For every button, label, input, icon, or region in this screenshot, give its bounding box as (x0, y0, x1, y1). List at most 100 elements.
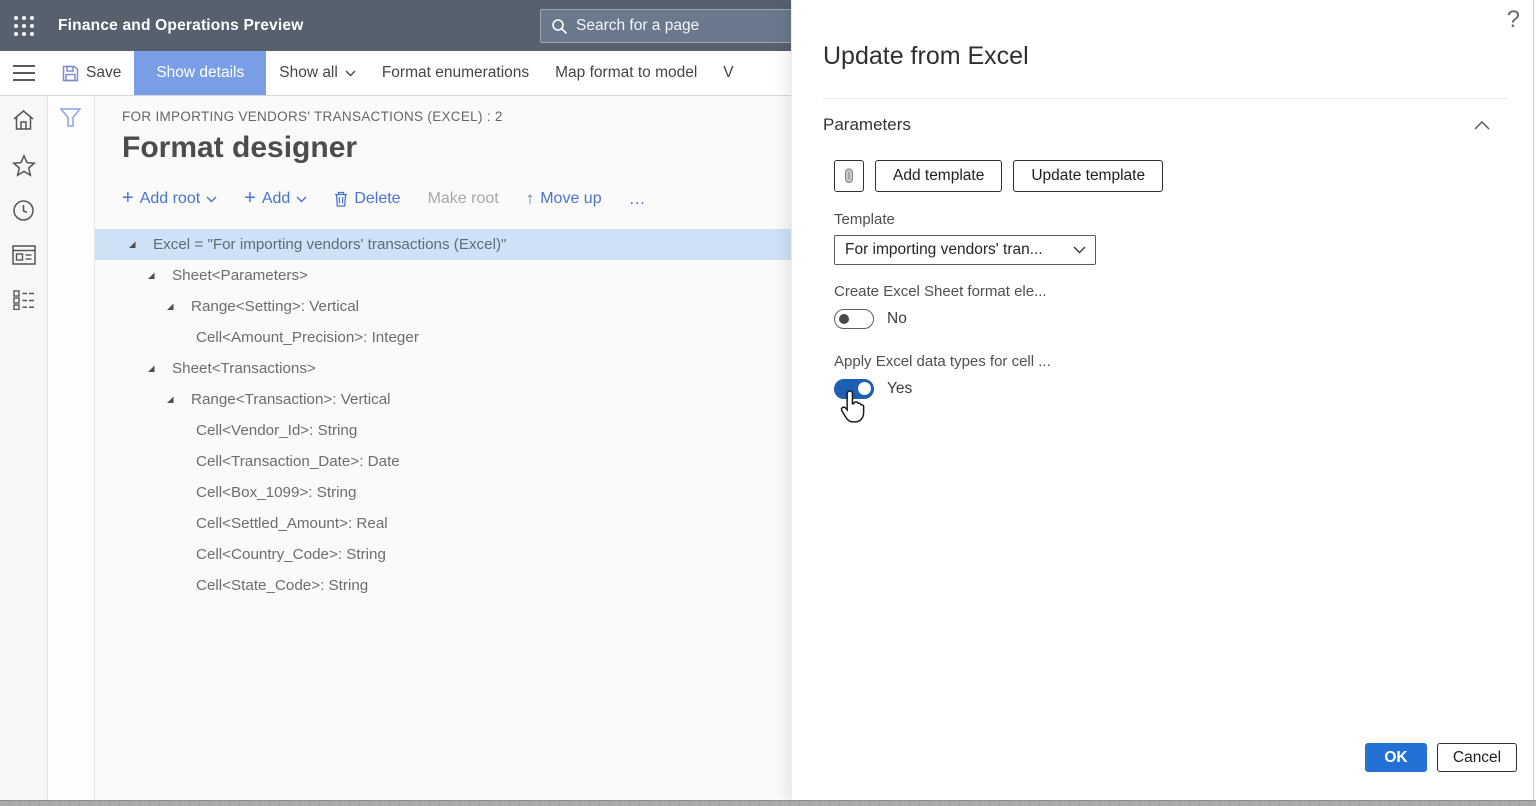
save-icon (62, 65, 79, 82)
add-root-button[interactable]: + Add root (122, 190, 217, 208)
arrow-up-icon: ↑ (526, 189, 535, 209)
delete-button[interactable]: Delete (334, 190, 400, 208)
tree-node-label: Sheet<Transactions> (172, 360, 316, 377)
add-button[interactable]: + Add (244, 190, 307, 208)
apply-excel-types-toggle-row: Yes (834, 379, 1508, 399)
page-search-box[interactable] (540, 9, 791, 43)
tree-node[interactable]: ◢ Excel = "For importing vendors' transa… (95, 229, 791, 260)
apply-excel-types-value: Yes (887, 380, 912, 398)
format-designer-content: FOR IMPORTING VENDORS' TRANSACTIONS (EXC… (95, 96, 791, 800)
home-icon (12, 109, 35, 131)
tree-expand-icon[interactable]: ◢ (167, 301, 181, 312)
workspaces-button[interactable] (11, 243, 37, 267)
tree-node[interactable]: Cell<Vendor_Id>: String (95, 415, 791, 446)
save-button[interactable]: Save (48, 51, 134, 95)
modules-button[interactable] (11, 288, 37, 312)
tree-node-label: Cell<Vendor_Id>: String (196, 422, 357, 439)
apply-excel-types-label: Apply Excel data types for cell ... (834, 353, 1508, 370)
add-template-button[interactable]: Add template (875, 160, 1002, 192)
template-select[interactable]: For importing vendors' tran... (834, 235, 1096, 265)
format-enumerations-label: Format enumerations (382, 64, 529, 82)
attach-template-button[interactable] (834, 160, 864, 192)
create-sheet-format-label: Create Excel Sheet format ele... (834, 283, 1508, 300)
cancel-button[interactable]: Cancel (1437, 743, 1517, 772)
left-navigation-rail (0, 96, 48, 800)
parameters-section-header[interactable]: Parameters (823, 115, 1508, 135)
tree-node[interactable]: Cell<Settled_Amount>: Real (95, 508, 791, 539)
bottom-edge-strip (0, 800, 1536, 806)
make-root-button[interactable]: Make root (428, 190, 499, 208)
map-format-to-model-button[interactable]: Map format to model (542, 51, 710, 95)
add-root-label: Add root (140, 190, 200, 208)
dialog-title: Update from Excel (823, 0, 1508, 71)
tree-expand-icon[interactable]: ◢ (167, 394, 181, 405)
show-details-label: Show details (156, 64, 244, 82)
app-title: Finance and Operations Preview (58, 17, 303, 35)
show-all-label: Show all (279, 64, 338, 82)
action-pane: Save Show details Show all Format enumer… (0, 51, 791, 96)
create-sheet-format-toggle[interactable] (834, 309, 874, 329)
page-title: Format designer (122, 131, 791, 165)
chevron-down-icon (1073, 246, 1086, 254)
clock-icon (12, 199, 35, 222)
add-label: Add (262, 190, 290, 208)
waffle-icon (13, 15, 35, 37)
chevron-down-icon (296, 196, 307, 203)
clipped-toolbar-item[interactable]: V (710, 51, 746, 95)
save-label: Save (86, 64, 121, 82)
plus-icon: + (122, 188, 134, 208)
tree-node[interactable]: Cell<Box_1099>: String (95, 477, 791, 508)
make-root-label: Make root (428, 190, 499, 208)
tree-node[interactable]: Cell<Amount_Precision>: Integer (95, 322, 791, 353)
tree-node[interactable]: ◢ Sheet<Transactions> (95, 353, 791, 384)
parameters-label: Parameters (823, 115, 911, 135)
tree-node-label: Cell<Box_1099>: String (196, 484, 356, 501)
list-boxes-icon (13, 290, 35, 310)
update-template-button[interactable]: Update template (1013, 160, 1163, 192)
ellipsis-icon: … (629, 189, 648, 209)
tree-node-label: Cell<State_Code>: String (196, 577, 368, 594)
tree-node[interactable]: ◢ Range<Setting>: Vertical (95, 291, 791, 322)
create-sheet-format-value: No (887, 310, 907, 328)
hamburger-menu-button[interactable] (0, 51, 48, 95)
search-input[interactable] (576, 17, 756, 35)
format-enumerations-button[interactable]: Format enumerations (369, 51, 542, 95)
scrollbar-track[interactable] (1533, 0, 1534, 800)
waffle-menu-button[interactable] (0, 0, 48, 51)
show-all-dropdown[interactable]: Show all (266, 51, 369, 95)
tree-node[interactable]: ◢ Sheet<Parameters> (95, 260, 791, 291)
show-details-button[interactable]: Show details (134, 51, 266, 95)
chevron-down-icon (206, 196, 217, 203)
tree-expand-icon[interactable]: ◢ (129, 239, 143, 250)
tree-node[interactable]: Cell<Country_Code>: String (95, 539, 791, 570)
tree-node-label: Range<Transaction>: Vertical (191, 391, 391, 408)
tree-expand-icon[interactable]: ◢ (148, 270, 162, 281)
funnel-icon (59, 106, 82, 129)
tree-node[interactable]: Cell<State_Code>: String (95, 570, 791, 601)
recent-button[interactable] (11, 198, 37, 222)
filter-button[interactable] (59, 106, 83, 130)
tree-node[interactable]: ◢ Range<Transaction>: Vertical (95, 384, 791, 415)
toggle-knob (858, 382, 871, 395)
tree-node-label: Sheet<Parameters> (172, 267, 308, 284)
apply-excel-types-toggle[interactable] (834, 379, 874, 399)
create-sheet-format-toggle-row: No (834, 309, 1508, 329)
clipped-toolbar-label: V (723, 64, 733, 82)
more-actions-button[interactable]: … (629, 189, 648, 209)
tree-expand-icon[interactable]: ◢ (148, 363, 162, 374)
paperclip-icon (843, 167, 855, 185)
format-tree: ◢ Excel = "For importing vendors' transa… (95, 229, 791, 601)
divider (823, 98, 1508, 99)
window-form-icon (12, 245, 36, 265)
template-select-value: For importing vendors' tran... (845, 241, 1043, 259)
map-format-to-model-label: Map format to model (555, 64, 697, 82)
move-up-button[interactable]: ↑ Move up (526, 189, 602, 209)
chevron-up-icon[interactable] (1474, 121, 1490, 130)
home-button[interactable] (11, 108, 37, 132)
search-icon (551, 18, 568, 35)
parameters-section: Add template Update template Template Fo… (834, 160, 1508, 399)
ok-button[interactable]: OK (1365, 743, 1427, 772)
favorites-button[interactable] (11, 153, 37, 177)
tree-node[interactable]: Cell<Transaction_Date>: Date (95, 446, 791, 477)
filter-column (48, 96, 95, 800)
